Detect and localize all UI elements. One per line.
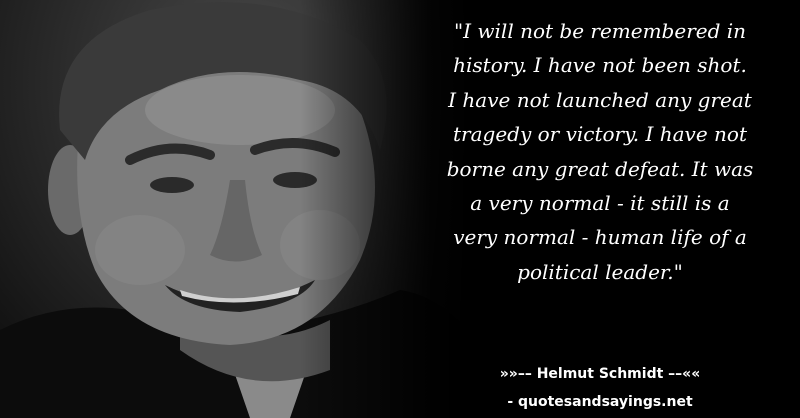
quote-source: - quotesandsayings.net — [507, 394, 693, 410]
quote-line: tragedy or victory. I have not — [453, 122, 747, 147]
quote-line: history. I have not been shot. — [453, 53, 747, 78]
quote-line: a very normal - it still is a — [470, 191, 730, 216]
quote-line: "I will not be remembered in — [453, 19, 747, 43]
quote-text: "I will not be remembered in history. I … — [430, 14, 770, 289]
quote-line: borne any great defeat. It was — [446, 156, 754, 181]
quote-author: »»–– Helmut Schmidt ––«« — [499, 366, 701, 382]
quote-line: I have not launched any great — [448, 87, 752, 112]
quote-line: very normal - human life of a — [453, 225, 747, 250]
quote-line: political leader." — [517, 259, 683, 284]
